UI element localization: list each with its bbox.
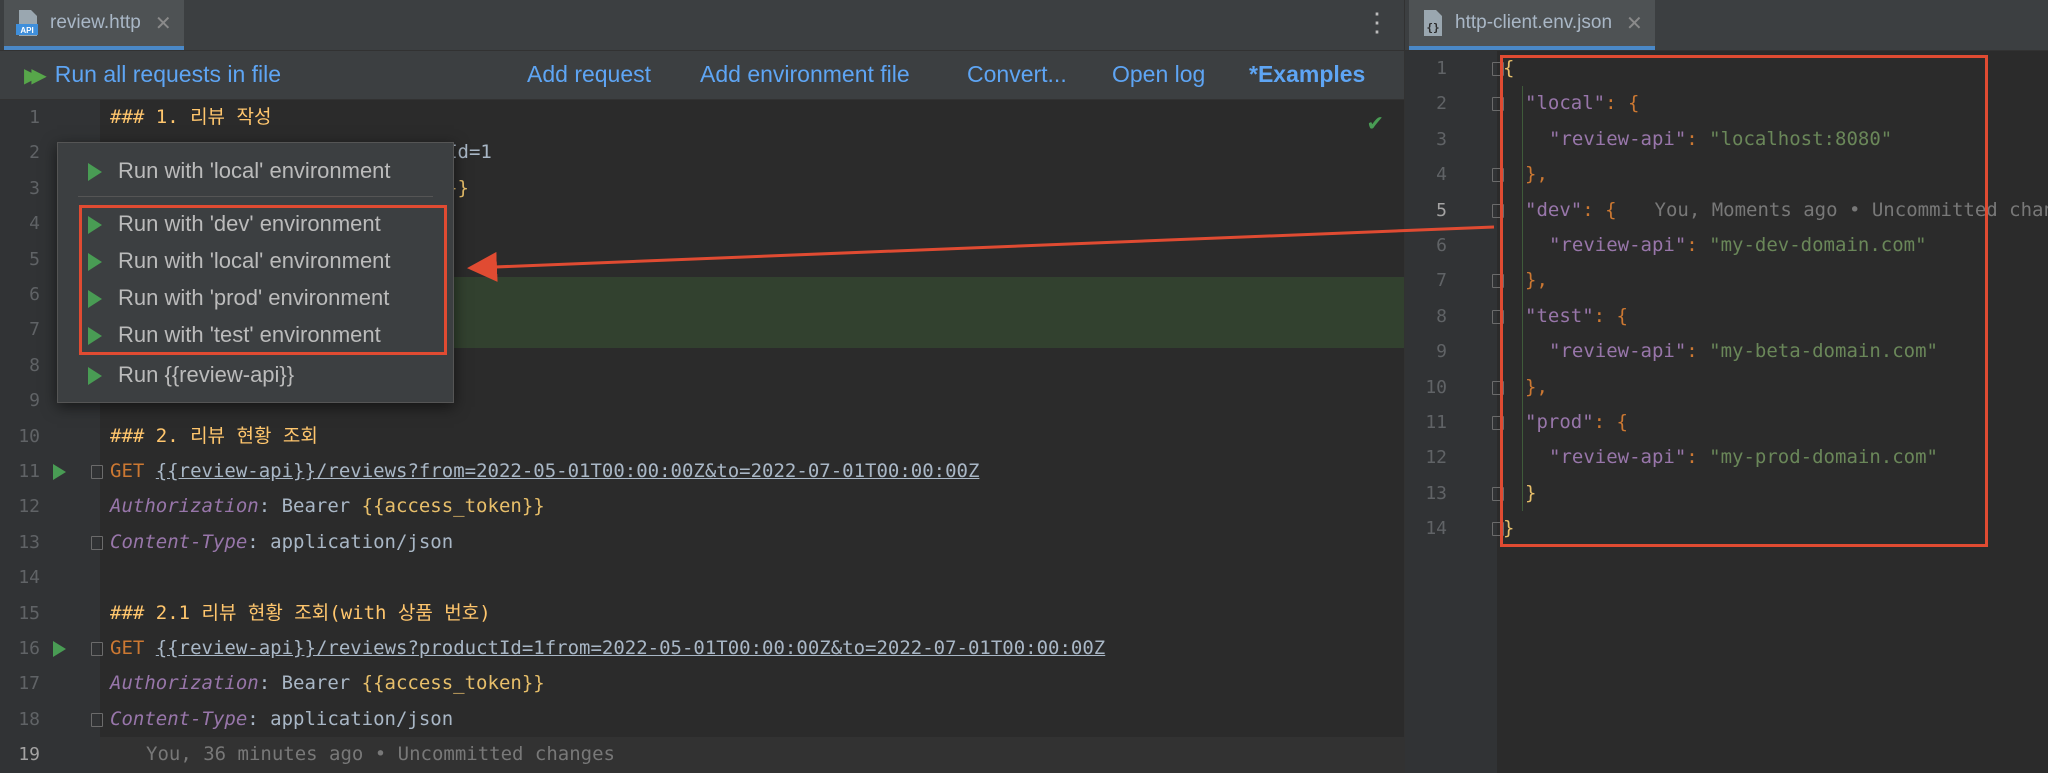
- annotation-arrow: [467, 225, 1495, 282]
- arrow-line: [467, 225, 1495, 282]
